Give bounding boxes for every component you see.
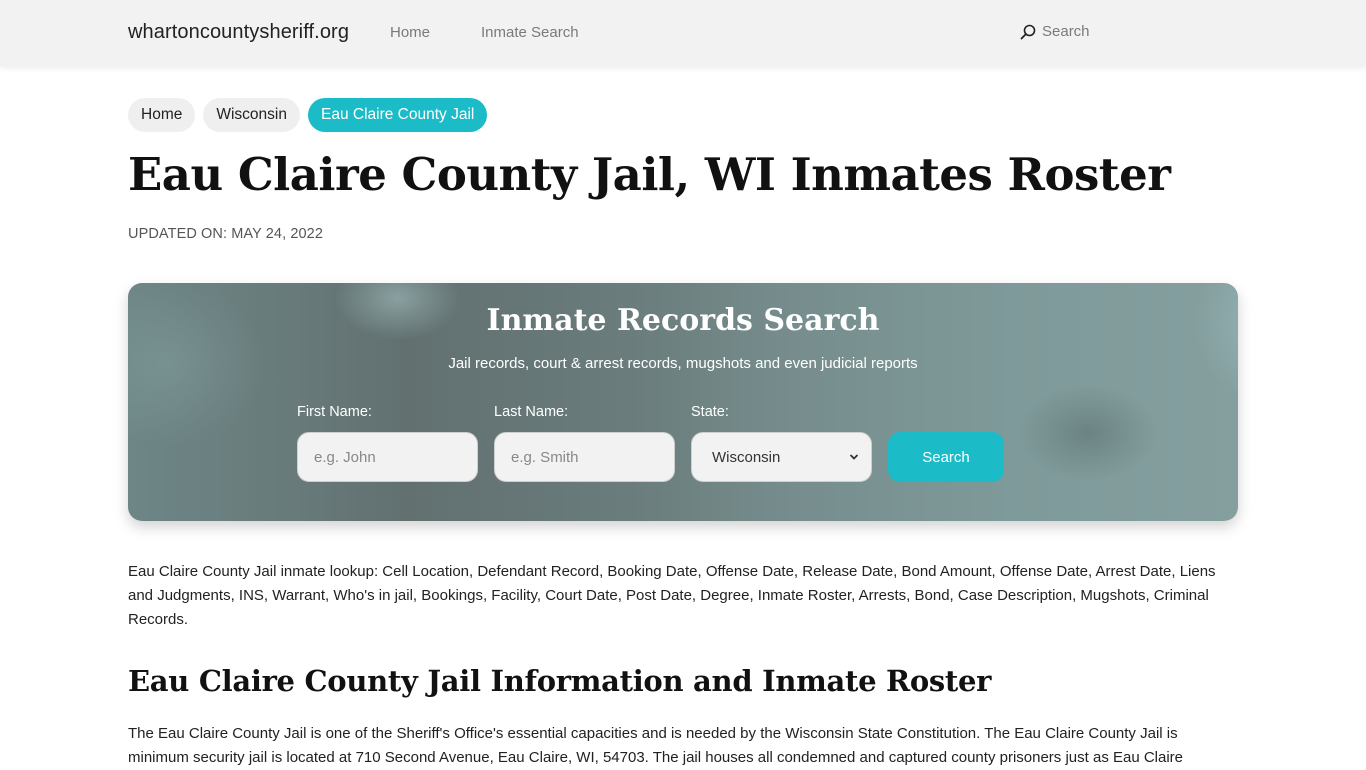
page-title: Eau Claire County Jail, WI Inmates Roste… [128, 148, 1171, 201]
intro-paragraph: Eau Claire County Jail inmate lookup: Ce… [128, 563, 1216, 628]
last-name-input[interactable] [494, 432, 675, 482]
inmate-search-card: Inmate Records Search Jail records, cour… [128, 283, 1238, 521]
chevron-down-icon [849, 454, 859, 460]
breadcrumb: Home Wisconsin Eau Claire County Jail [128, 98, 488, 132]
first-name-input[interactable] [297, 432, 478, 482]
breadcrumb-wisconsin[interactable]: Wisconsin [203, 98, 300, 132]
nav-search-button[interactable]: Search [1020, 23, 1090, 40]
nav-search-label: Search [1042, 23, 1090, 40]
search-icon [1020, 24, 1036, 39]
last-name-label: Last Name: [494, 404, 569, 420]
updated-date: UPDATED ON: MAY 24, 2022 [128, 226, 323, 242]
search-card-title: Inmate Records Search [486, 303, 880, 338]
section-heading: Eau Claire County Jail Information and I… [128, 664, 992, 698]
state-label: State: [691, 404, 729, 420]
state-selected-value: Wisconsin [712, 448, 781, 466]
site-brand-link[interactable]: whartoncountysheriff.org [128, 21, 349, 44]
state-select[interactable]: Wisconsin [691, 432, 872, 482]
breadcrumb-eau-claire-county-jail[interactable]: Eau Claire County Jail [308, 98, 488, 132]
first-name-label: First Name: [297, 404, 372, 420]
search-submit-button[interactable]: Search [888, 432, 1004, 482]
top-navbar: whartoncountysheriff.org Home Inmate Sea… [0, 0, 1366, 66]
breadcrumb-home[interactable]: Home [128, 98, 196, 132]
search-card-subtitle: Jail records, court & arrest records, mu… [448, 355, 918, 372]
nav-link-inmate-search[interactable]: Inmate Search [481, 24, 579, 41]
nav-link-home[interactable]: Home [390, 24, 430, 41]
jail-info-paragraph: The Eau Claire County Jail is one of the… [128, 725, 1184, 766]
